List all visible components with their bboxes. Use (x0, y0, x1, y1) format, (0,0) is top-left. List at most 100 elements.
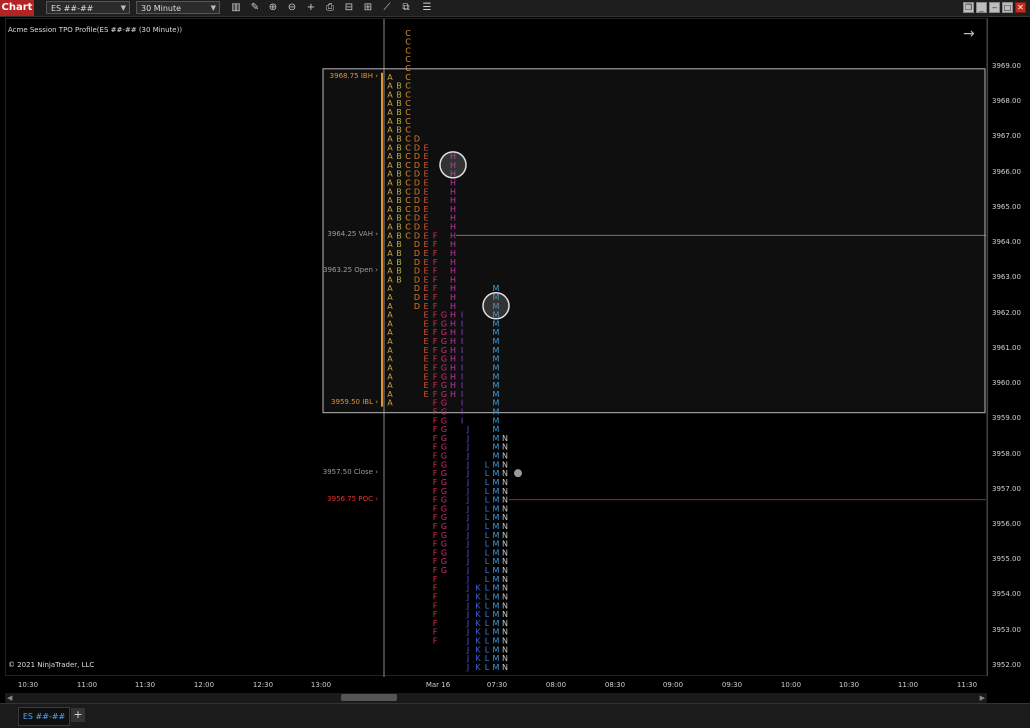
tpo-letter-k: K (475, 592, 481, 601)
zoom-in-icon[interactable]: ⊕ (266, 1, 280, 15)
tpo-letter-f: F (433, 584, 438, 593)
tpo-letter-j: J (466, 460, 469, 469)
scroll-thumb[interactable] (341, 694, 397, 701)
tpo-letter-k: K (475, 584, 481, 593)
crosshair-icon[interactable]: + (304, 1, 318, 15)
tpo-letter-f: F (433, 566, 438, 575)
tpo-letter-d: D (414, 205, 420, 214)
tpo-letter-j: J (466, 619, 469, 628)
maximize-icon[interactable]: □ (1002, 2, 1013, 13)
chevron-down-icon: ▼ (120, 4, 126, 12)
tpo-letter-f: F (433, 601, 438, 610)
strategies-icon[interactable]: ⟋ (380, 1, 394, 15)
tpo-letter-a: A (387, 108, 393, 117)
tpo-letter-m: M (493, 390, 500, 399)
pencil-icon[interactable]: ✎ (248, 1, 262, 15)
list-icon[interactable]: ☰ (420, 1, 434, 15)
drawing-tools-icon[interactable]: ⧉ (399, 1, 413, 15)
tpo-letter-f: F (433, 496, 438, 505)
chart-tab[interactable]: Chart (0, 0, 34, 16)
price-tick-label: 3952.00 (992, 660, 1021, 669)
tpo-letter-h: H (450, 390, 456, 399)
time-tick-label: 10:00 (780, 681, 802, 689)
tpo-letter-l: L (485, 654, 490, 663)
tpo-letter-b: B (396, 214, 402, 223)
minimize-window-icon[interactable]: _ (976, 2, 987, 13)
tpo-letter-e: E (423, 205, 428, 214)
tpo-letter-f: F (433, 425, 438, 434)
tpo-letter-h: H (450, 223, 456, 232)
tpo-letter-g: G (441, 531, 447, 540)
tpo-letter-j: J (466, 548, 469, 557)
tpo-letter-m: M (493, 601, 500, 610)
price-axis[interactable]: 3969.00 3968.00 3967.00 3966.00 3965.00 3964.… (987, 18, 1030, 676)
data-box-icon[interactable]: ⎙ (323, 1, 337, 15)
price-tick-label: 3955.00 (992, 555, 1021, 564)
time-tick-label: Mar 16 (425, 681, 451, 689)
scroll-right-icon[interactable]: ▶ (980, 693, 985, 703)
tpo-letter-m: M (493, 346, 500, 355)
arrow-right-icon[interactable]: → (963, 26, 975, 42)
restore-window-icon[interactable]: ❐ (963, 2, 974, 13)
tpo-letter-g: G (441, 443, 447, 452)
tpo-letter-a: A (387, 319, 393, 328)
tpo-letter-l: L (485, 469, 490, 478)
tpo-letter-h: H (450, 275, 456, 284)
scroll-left-icon[interactable]: ◀ (7, 693, 12, 703)
tpo-letter-k: K (475, 610, 481, 619)
tpo-letter-l: L (485, 628, 490, 637)
tpo-letter-m: M (493, 434, 500, 443)
interval-selector[interactable]: 30 Minute ▼ (136, 1, 220, 14)
tpo-letter-h: H (450, 372, 456, 381)
tpo-letter-l: L (485, 575, 490, 584)
tpo-letter-m: M (493, 407, 500, 416)
tpo-letter-a: A (387, 275, 393, 284)
horizontal-scrollbar[interactable]: ◀ ▶ (5, 693, 987, 703)
properties-icon[interactable]: ⊟ (342, 1, 356, 15)
tpo-letter-d: D (414, 284, 420, 293)
add-tab-button[interactable]: + (71, 708, 85, 722)
tpo-letter-h: H (450, 178, 456, 187)
tpo-letter-h: H (450, 284, 456, 293)
tpo-letter-m: M (493, 548, 500, 557)
time-axis[interactable]: 10:30 11:00 11:30 12:00 12:30 13:00 Mar 16 07:3… (5, 677, 987, 693)
close-icon[interactable]: ✕ (1015, 2, 1026, 13)
instrument-tab[interactable]: ES ##-## (18, 707, 70, 726)
tpo-letter-m: M (493, 654, 500, 663)
time-tick-label: 09:30 (721, 681, 743, 689)
tpo-letter-e: E (423, 293, 428, 302)
tpo-letter-h: H (450, 240, 456, 249)
tpo-letter-g: G (441, 557, 447, 566)
tpo-letter-f: F (433, 319, 438, 328)
tpo-letter-c: C (405, 38, 411, 47)
tpo-letter-m: M (493, 522, 500, 531)
tpo-letter-g: G (441, 311, 447, 320)
tpo-letter-e: E (423, 258, 428, 267)
indicators-icon[interactable]: ⊞ (361, 1, 375, 15)
tpo-letter-f: F (433, 592, 438, 601)
tpo-letter-c: C (405, 196, 411, 205)
tpo-letter-b: B (396, 108, 402, 117)
tpo-letter-m: M (493, 496, 500, 505)
price-tick-label: 3964.00 (992, 238, 1021, 247)
tpo-letter-f: F (433, 575, 438, 584)
minimize-icon[interactable]: ‒ (989, 2, 1000, 13)
tpo-letter-f: F (433, 346, 438, 355)
time-tick-label: 08:00 (545, 681, 567, 689)
tpo-letter-a: A (387, 337, 393, 346)
tpo-letter-b: B (396, 99, 402, 108)
bar-type-icon[interactable]: ▥ (229, 1, 243, 15)
tpo-letter-f: F (433, 619, 438, 628)
instrument-value: ES ##-## (51, 4, 94, 13)
tpo-letter-c: C (405, 143, 411, 152)
tpo-letter-m: M (493, 504, 500, 513)
tpo-letter-g: G (441, 548, 447, 557)
tpo-letter-a: A (387, 161, 393, 170)
instrument-selector[interactable]: ES ##-## ▼ (46, 1, 130, 14)
tpo-letter-m: M (493, 443, 500, 452)
chart-panel[interactable]: AAAAAAAAAAAAAAAAAAAAAAAAAAAAAAAAAAAAAABB… (5, 18, 987, 677)
zoom-out-icon[interactable]: ⊖ (285, 1, 299, 15)
tpo-letter-m: M (493, 575, 500, 584)
tpo-letter-f: F (433, 267, 438, 276)
tpo-letter-c: C (405, 55, 411, 64)
